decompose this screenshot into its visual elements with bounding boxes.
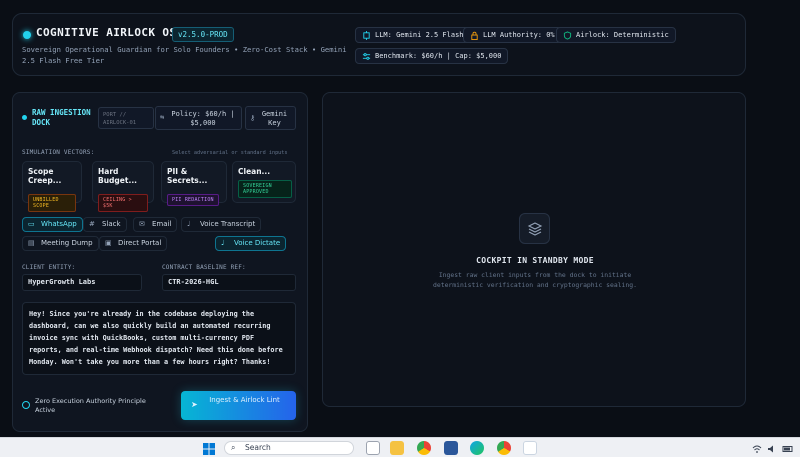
channel-meeting-dump[interactable]: ▤ Meeting Dump [22,236,99,251]
gemini-key-label: Gemini Key [261,110,288,127]
key-icon: ⚷ [250,114,256,122]
vector-tag: SOVEREIGN APPROVED [238,180,292,198]
channel-label: Slack [102,220,121,228]
channel-label: Voice Transcript [200,220,256,228]
microphone-icon: ♩ [187,220,191,228]
cockpit-title: COCKPIT IN STANDBY MODE [476,256,594,265]
status-dot [23,31,31,39]
vector-tag: PII REDACTION [167,194,219,206]
contract-ref-field[interactable]: CTR-2026-HGL [162,274,296,291]
vector-tag: CEILING > $5K [98,194,148,212]
authority-pill: LLM Authority: 0% [463,27,562,43]
benchmark-pill-label: Benchmark: $60/h | Cap: $5,000 [375,52,502,60]
airlock-pill: Airlock: Deterministic [556,27,676,43]
benchmark-pill: Benchmark: $60/h | Cap: $5,000 [355,48,509,64]
cockpit-panel: COCKPIT IN STANDBY MODE Ingest raw clien… [322,92,746,407]
os-taskbar: ⌕ Search [0,437,800,457]
app-title: COGNITIVE AIRLOCK OS [36,26,177,39]
sliders-icon [362,52,371,60]
vector-card-hard-budget[interactable]: Hard Budget... CEILING > $5K [92,161,154,212]
search-icon: ⌕ [231,443,236,452]
channel-voice-dictate[interactable]: ♩ Voice Dictate [215,236,287,251]
channel-email[interactable]: ✉ Email [133,217,178,232]
taskbar-search[interactable]: ⌕ Search [224,441,354,455]
channel-voice-transcript[interactable]: ♩ Voice Transcript [181,217,262,232]
channel-slack[interactable]: # Slack [83,217,127,232]
version-badge: v2.5.0-PROD [172,27,234,42]
ingest-lint-button[interactable]: ➤ Ingest & Airlock Lint [181,391,296,420]
cockpit-subtitle: Ingest raw client inputs from the dock t… [433,271,637,289]
hash-icon: # [89,220,95,228]
client-entity-field[interactable]: HyperGrowth Labs [22,274,142,291]
channel-label: Voice Dictate [234,239,281,247]
task-view-icon[interactable] [366,441,380,455]
client-message-textarea[interactable]: Hey! Since you're already in the codebas… [22,302,296,375]
app-icon[interactable] [523,441,537,455]
policy-label: Policy: $60/h | $5,000 [171,110,235,127]
vector-title: Scope Creep... [28,167,62,185]
lock-icon [471,31,478,40]
ingestion-dock: RAW INGESTION DOCK PORT // AIRLOCK-01 ⇆ … [12,92,308,432]
vector-title: Clean... [238,167,271,176]
shield-check-icon [22,401,30,409]
vectors-label: SIMULATION VECTORS: [22,149,95,156]
vector-card-scope-creep[interactable]: Scope Creep... UNBILLED SCOPE [22,161,82,212]
chrome-icon[interactable] [417,441,431,455]
channel-label: Meeting Dump [41,239,93,247]
windows-start-icon[interactable] [202,441,216,455]
mail-icon: ✉ [139,220,145,228]
vector-tag: UNBILLED SCOPE [28,194,76,212]
contract-ref-label: CONTRACT BASELINE REF: [162,264,246,271]
app-header: COGNITIVE AIRLOCK OS v2.5.0-PROD Soverei… [12,13,746,76]
vector-card-pii-secrets[interactable]: PII & Secrets... PII REDACTION [161,161,227,206]
chip-icon [363,30,370,40]
llm-pill: LLM: Gemini 2.5 Flash [355,27,471,43]
gemini-key-button[interactable]: ⚷ Gemini Key [245,106,296,130]
wifi-icon[interactable] [752,441,762,455]
microphone-icon: ♩ [221,239,225,247]
ingest-button-label: Ingest & Airlock Lint [209,396,280,404]
battery-icon[interactable] [782,441,794,455]
chat-icon: ▭ [28,220,35,228]
vector-title: PII & Secrets... [167,167,208,185]
file-explorer-icon[interactable] [390,441,404,455]
vector-card-clean[interactable]: Clean... SOVEREIGN APPROVED [232,161,296,203]
document-icon: ▤ [28,239,35,247]
authority-principle-note: Zero Execution Authority Principle Activ… [35,397,146,414]
send-icon: ➤ [191,400,198,409]
volume-icon[interactable] [767,441,777,455]
client-entity-label: CLIENT ENTITY: [22,264,76,271]
portal-icon: ▣ [105,239,112,247]
vectors-hint: Select adversarial or standard inputs [172,150,288,156]
store-icon[interactable] [444,441,458,455]
app-subtitle: Sovereign Operational Guardian for Solo … [22,45,347,65]
llm-pill-label: LLM: Gemini 2.5 Flash [375,31,464,39]
policy-button[interactable]: ⇆ Policy: $60/h | $5,000 [155,106,242,130]
refresh-icon: ⇆ [160,113,165,121]
channel-whatsapp[interactable]: ▭ WhatsApp [22,217,83,232]
vector-title: Hard Budget... [98,167,138,185]
shield-icon [563,30,572,40]
channel-label: WhatsApp [41,220,77,228]
channel-direct-portal[interactable]: ▣ Direct Portal [99,236,168,251]
edge-icon[interactable] [470,441,484,455]
port-badge: PORT // AIRLOCK-01 [98,107,154,129]
dock-status-dot [22,115,27,120]
authority-pill-label: LLM Authority: 0% [483,31,555,39]
search-placeholder: Search [245,443,271,452]
chrome-profile-icon[interactable] [497,441,511,455]
layers-icon [519,213,550,244]
channel-label: Direct Portal [118,239,162,247]
channel-label: Email [152,220,172,228]
dock-title: RAW INGESTION DOCK [32,108,91,127]
airlock-pill-label: Airlock: Deterministic [576,31,669,39]
